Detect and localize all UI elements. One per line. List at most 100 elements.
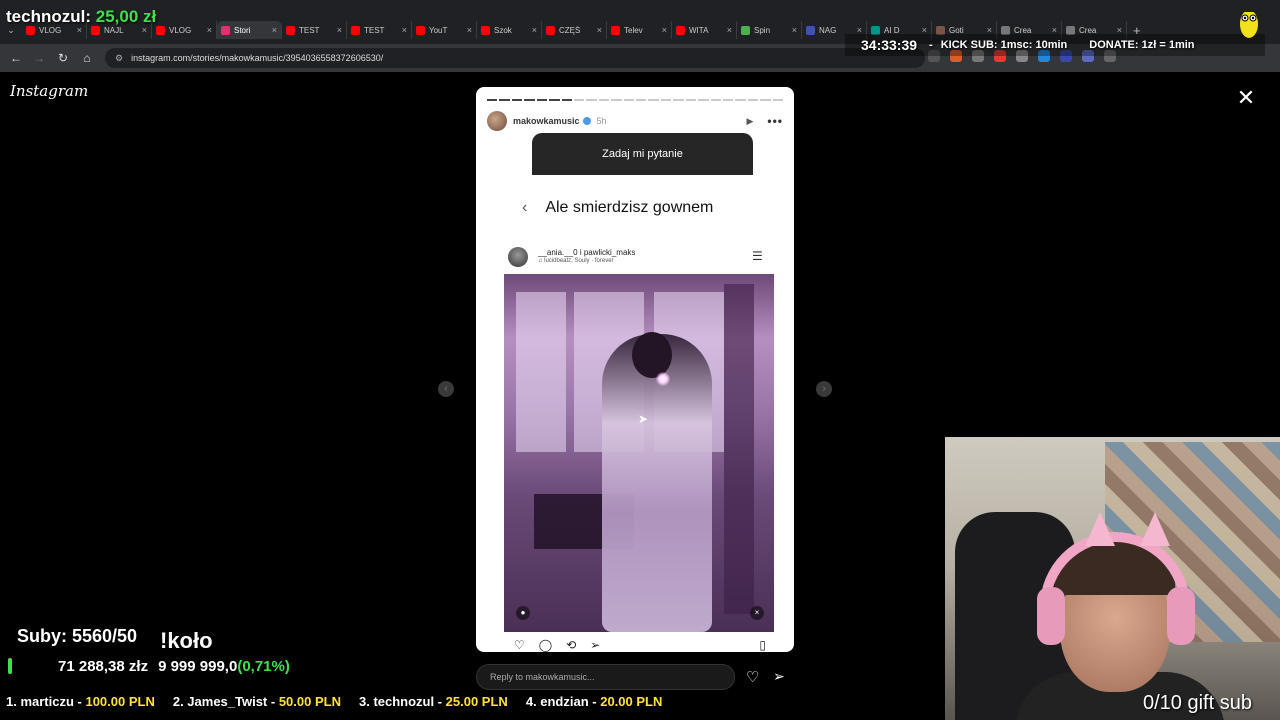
- tab-close-icon[interactable]: ×: [402, 25, 407, 35]
- leaderboard-entry: 4. endzian - 20.00 PLN: [526, 694, 663, 712]
- leaderboard-entry: 3. technozul - 25.00 PLN: [359, 694, 508, 712]
- progress-segment: [760, 99, 771, 101]
- shared-post-header: __ania.__0 i pawlicki_maks ♫ lucidbeatz,…: [508, 245, 766, 269]
- tab-title: Szok: [494, 25, 512, 35]
- progress-segment: [586, 99, 597, 101]
- progress-segment: [710, 99, 722, 101]
- phone-flash: [656, 372, 670, 386]
- progress-segment: [735, 99, 746, 101]
- shared-post-actions: ♡ ◯ ⟲ ➢ ▯: [514, 638, 766, 652]
- tab-close-icon[interactable]: ×: [792, 25, 797, 35]
- tab-favicon-icon: [156, 25, 165, 35]
- heart-icon[interactable]: ♡: [746, 668, 759, 686]
- mouse-cursor-icon: ➤: [638, 412, 649, 426]
- story-reply-input[interactable]: Reply to makowkamusic...: [476, 664, 735, 690]
- tab-favicon-icon: [416, 25, 425, 35]
- kick-sub-rate: KICK SUB: 1msc: 10min: [940, 39, 1068, 51]
- progress-segment: [536, 99, 548, 101]
- close-icon[interactable]: ✕: [1234, 86, 1258, 110]
- site-info-icon[interactable]: ⚙: [115, 53, 123, 64]
- leaderboard-donor: 2. James_Twist -: [172, 694, 279, 709]
- progress-segment: [487, 99, 498, 101]
- goal-target: 9 999 999,0: [158, 657, 238, 675]
- tab-close-icon[interactable]: ×: [337, 25, 342, 35]
- instagram-logo[interactable]: Instagram: [10, 82, 88, 100]
- donation-goal: 71 288,38 złz 9 999 999,0 (0,71%): [8, 656, 290, 676]
- story-author-username[interactable]: makowkamusic: [513, 116, 580, 126]
- tab-close-icon[interactable]: ×: [272, 25, 277, 35]
- progress-segment: [698, 99, 709, 101]
- tab-title: TEST: [364, 25, 385, 35]
- tab-favicon-icon: [221, 25, 230, 35]
- gift-sub-counter: 0/10 gift sub: [1143, 692, 1252, 714]
- tab-title: Spin: [754, 25, 771, 35]
- story-progress-bar: [487, 99, 784, 101]
- goal-progress-bar: [8, 658, 12, 674]
- reload-icon[interactable]: ↻: [55, 50, 71, 66]
- back-icon[interactable]: ←: [8, 50, 24, 66]
- donor-leaderboard: 1. marticzu - 100.00 PLN 2. James_Twist -…: [6, 694, 680, 712]
- progress-segment: [623, 99, 635, 101]
- browser-tab[interactable]: VLOG ×: [152, 21, 217, 39]
- window-pane: [516, 292, 566, 452]
- leaderboard-amount: 50.00 PLN: [278, 694, 341, 709]
- leaderboard-amount: 100.00 PLN: [85, 694, 155, 709]
- tagged-users-icon[interactable]: ●: [516, 606, 530, 620]
- forward-icon[interactable]: →: [31, 50, 47, 66]
- curtain: [724, 284, 754, 614]
- tab-title: TEST: [299, 25, 320, 35]
- progress-segment: [673, 99, 684, 101]
- previous-story-icon[interactable]: ‹: [438, 381, 454, 397]
- tab-close-icon[interactable]: ×: [467, 25, 472, 35]
- tab-favicon-icon: [611, 25, 620, 35]
- tab-close-icon[interactable]: ×: [532, 25, 537, 35]
- leaderboard-donor: 1. marticzu -: [6, 694, 86, 709]
- tab-close-icon[interactable]: ×: [727, 25, 732, 35]
- share-icon: ➢: [590, 638, 601, 652]
- next-story-icon[interactable]: ›: [816, 381, 832, 397]
- subathon-timer: 34:33:39: [861, 37, 918, 53]
- progress-segment: [511, 99, 523, 101]
- browser-tab[interactable]: Telev ×: [607, 21, 672, 39]
- story-author-avatar[interactable]: [487, 111, 507, 131]
- repost-icon: ⟲: [566, 638, 577, 652]
- shared-post-image[interactable]: ➤ ● ×: [504, 274, 774, 632]
- tab-close-icon[interactable]: ×: [207, 25, 212, 35]
- progress-segment: [611, 99, 622, 101]
- browser-tab[interactable]: YouT ×: [412, 21, 477, 39]
- progress-segment: [747, 99, 759, 101]
- browser-tab[interactable]: WITA ×: [672, 21, 737, 39]
- browser-tab[interactable]: Stori ×: [217, 21, 282, 39]
- more-options-icon[interactable]: •••: [767, 114, 783, 128]
- tab-title: CZĘŚ: [559, 25, 581, 35]
- progress-segment: [598, 99, 610, 101]
- story-viewer[interactable]: makowkamusic 5h ▶ ••• Zadaj mi pytanie ‹…: [476, 87, 794, 652]
- browser-tab[interactable]: Szok ×: [477, 21, 542, 39]
- tab-favicon-icon: [806, 25, 815, 35]
- tab-title: Stori: [234, 25, 251, 35]
- tab-title: YouT: [429, 25, 448, 35]
- browser-tab[interactable]: TEST ×: [282, 21, 347, 39]
- question-answer: ‹ Ale smierdzisz gownem: [516, 191, 756, 225]
- send-icon[interactable]: ➢: [773, 668, 785, 685]
- wheel-command: !koło: [160, 628, 213, 653]
- url-field[interactable]: ⚙ instagram.com/stories/makowkamusic/395…: [105, 48, 925, 68]
- browser-tab[interactable]: Spin ×: [737, 21, 802, 39]
- answer-text: Ale smierdzisz gownem: [545, 199, 714, 216]
- tab-close-icon[interactable]: ×: [597, 25, 602, 35]
- menu-icon: ☰: [752, 249, 763, 263]
- tab-favicon-icon: [286, 25, 295, 35]
- mascot-icon: [1240, 8, 1258, 38]
- top-donation-overlay: technozul: 25,00 zł: [6, 7, 156, 27]
- top-donor-amount: 25,00 zł: [95, 7, 157, 26]
- tab-close-icon[interactable]: ×: [662, 25, 667, 35]
- home-icon[interactable]: ⌂: [79, 50, 95, 66]
- play-icon[interactable]: ▶: [746, 116, 753, 127]
- browser-tab[interactable]: TEST ×: [347, 21, 412, 39]
- comment-icon: ◯: [538, 638, 553, 652]
- progress-segment: [648, 99, 659, 101]
- tab-title: WITA: [689, 25, 709, 35]
- mute-icon[interactable]: ×: [750, 606, 764, 620]
- goal-current: 71 288,38 złz: [58, 657, 149, 675]
- browser-tab[interactable]: CZĘŚ ×: [542, 21, 607, 39]
